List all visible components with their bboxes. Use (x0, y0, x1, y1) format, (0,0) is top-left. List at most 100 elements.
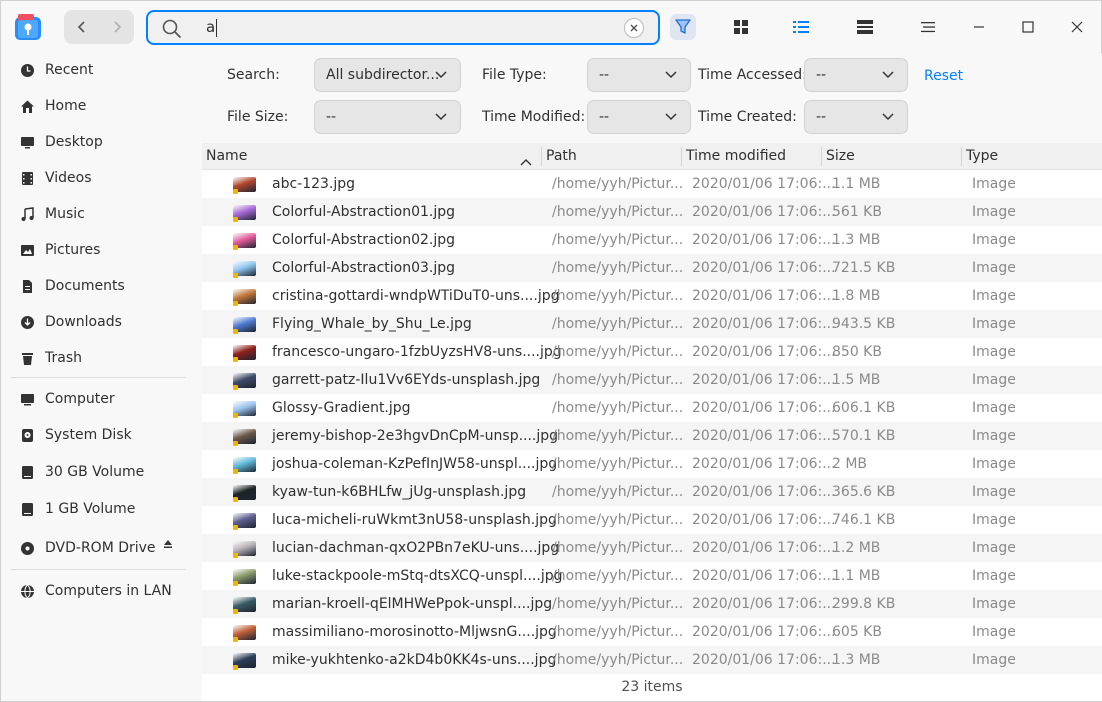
list-view-button[interactable] (789, 15, 813, 39)
sidebar-item-system-disk[interactable]: System Disk (19, 420, 132, 450)
sidebar-item-30gb-volume[interactable]: 30 GB Volume (19, 457, 144, 487)
file-row[interactable]: Flying_Whale_by_Shu_Le.jpg/home/yyh/Pict… (202, 310, 1102, 338)
advanced-search-button[interactable] (670, 14, 696, 40)
maximize-button[interactable] (1016, 15, 1040, 39)
column-divider[interactable] (541, 147, 542, 166)
column-header-name[interactable]: Name (206, 143, 247, 170)
file-name: jeremy-bishop-2e3hgvDnCpM-unsp....jpg (272, 428, 559, 444)
file-path: /home/yyh/Pictur... (552, 204, 684, 220)
file-size: 1.3 MB (832, 652, 881, 668)
file-size: 746.1 KB (832, 512, 896, 528)
sidebar-item-music[interactable]: Music (19, 199, 85, 229)
time-accessed-select[interactable]: -- (804, 58, 908, 92)
computer-icon (19, 391, 35, 407)
file-path: /home/yyh/Pictur... (552, 176, 684, 192)
file-row[interactable]: lucian-dachman-qxO2PBn7eKU-uns....jpg/ho… (202, 534, 1102, 562)
file-tag-icon (233, 581, 238, 586)
back-button[interactable] (64, 10, 99, 44)
sidebar-item-label: Videos (45, 170, 92, 186)
time-created-select[interactable]: -- (804, 100, 908, 134)
column-header-time-modified[interactable]: Time modified (686, 143, 786, 170)
sidebar-item-recent[interactable]: Recent (19, 55, 93, 85)
file-type: Image (972, 260, 1016, 276)
column-divider[interactable] (961, 147, 962, 166)
file-row[interactable]: Colorful-Abstraction01.jpg/home/yyh/Pict… (202, 198, 1102, 226)
file-tag-icon (233, 553, 238, 558)
file-size-select[interactable]: -- (314, 100, 461, 134)
sidebar-item-desktop[interactable]: Desktop (19, 127, 103, 157)
file-row[interactable]: jeremy-bishop-2e3hgvDnCpM-unsp....jpg/ho… (202, 422, 1102, 450)
chevron-right-icon (113, 21, 121, 33)
sidebar-item-dvd-rom[interactable]: DVD-ROM Drive (19, 533, 156, 563)
close-icon (630, 24, 638, 32)
file-size: 2 MB (832, 456, 868, 472)
file-type: Image (972, 428, 1016, 444)
eject-button[interactable] (163, 539, 173, 552)
file-row[interactable]: Glossy-Gradient.jpg/home/yyh/Pictur... 20… (202, 394, 1102, 422)
file-row[interactable]: francesco-ungaro-1fzbUyzsHV8-uns....jpg /… (202, 338, 1102, 366)
sidebar-item-label: System Disk (45, 427, 132, 443)
file-row[interactable]: cristina-gottardi-wndpWTiDuT0-uns....jpg… (202, 282, 1102, 310)
file-row[interactable]: joshua-coleman-KzPefInJW58-unspl....jpg /… (202, 450, 1102, 478)
icon-view-button[interactable] (729, 15, 753, 39)
chevron-down-icon (435, 101, 449, 133)
file-type: Image (972, 568, 1016, 584)
search-input[interactable]: a (146, 10, 660, 45)
column-divider[interactable] (821, 147, 822, 166)
file-type-select[interactable]: -- (587, 58, 691, 92)
file-type: Image (972, 288, 1016, 304)
column-header-type[interactable]: Type (966, 143, 998, 170)
detail-pane-button[interactable] (853, 15, 877, 39)
column-divider[interactable] (681, 147, 682, 166)
close-window-button[interactable] (1065, 15, 1089, 39)
file-row[interactable]: abc-123.jpg/home/yyh/Pictur... 2020/01/06… (202, 170, 1102, 198)
file-tag-icon (233, 469, 238, 474)
file-rows: abc-123.jpg/home/yyh/Pictur... 2020/01/06… (202, 170, 1102, 674)
sidebar-item-computer[interactable]: Computer (19, 384, 115, 414)
sidebar-item-label: Pictures (45, 242, 101, 258)
sidebar-item-1gb-volume[interactable]: 1 GB Volume (19, 494, 135, 524)
main-menu-button[interactable] (916, 15, 940, 39)
item-count-status: 23 items (621, 679, 683, 695)
file-row[interactable]: kyaw-tun-k6BHLfw_jUg-unsplash.jpg/home/y… (202, 478, 1102, 506)
image-thumbnail-icon (233, 261, 256, 278)
file-name: Colorful-Abstraction02.jpg (272, 232, 456, 248)
desktop-icon (19, 134, 35, 150)
file-row[interactable]: massimiliano-morosinotto-MljwsnG....jpg /… (202, 618, 1102, 646)
file-row[interactable]: marian-kroell-qElMHWePpok-unspl....jpg/h… (202, 590, 1102, 618)
sidebar-item-videos[interactable]: Videos (19, 163, 92, 193)
file-row[interactable]: luke-stackpoole-mStq-dtsXCQ-unspl....jpg… (202, 562, 1102, 590)
file-name: Flying_Whale_by_Shu_Le.jpg (272, 316, 472, 332)
clear-search-button[interactable] (624, 18, 644, 38)
search-query-text: a (206, 18, 216, 36)
time-modified-select[interactable]: -- (587, 100, 691, 134)
chevron-down-icon (435, 59, 449, 91)
file-row[interactable]: luca-micheli-ruWkmt3nU58-unsplash.jpg/ho… (202, 506, 1102, 534)
sidebar-item-pictures[interactable]: Pictures (19, 235, 100, 265)
sidebar-item-computers-in-lan[interactable]: Computers in LAN (19, 576, 172, 606)
sidebar-item-trash[interactable]: Trash (19, 343, 82, 373)
file-name: massimiliano-morosinotto-MljwsnG....jpg (272, 624, 557, 640)
file-row[interactable]: Colorful-Abstraction02.jpg/home/yyh/Pict… (202, 226, 1102, 254)
file-time-modified: 2020/01/06 17:06:... (692, 428, 836, 444)
minimize-button[interactable] (967, 15, 991, 39)
column-header-size[interactable]: Size (826, 143, 855, 170)
file-row[interactable]: garrett-patz-Ilu1Vv6EYds-unsplash.jpg/ho… (202, 366, 1102, 394)
image-thumbnail-icon (233, 205, 256, 222)
sidebar-item-documents[interactable]: Documents (19, 271, 125, 301)
column-header-path[interactable]: Path (546, 143, 577, 170)
file-size: 605 KB (832, 624, 882, 640)
image-thumbnail-icon (233, 485, 256, 502)
file-type: Image (972, 624, 1016, 640)
sidebar-item-home[interactable]: Home (19, 91, 86, 121)
file-tag-icon (233, 637, 238, 642)
file-row[interactable]: mike-yukhtenko-a2kD4b0KK4s-uns....jpg/ho… (202, 646, 1102, 674)
forward-button[interactable] (99, 10, 134, 44)
file-size: 943.5 KB (832, 316, 896, 332)
sidebar-item-downloads[interactable]: Downloads (19, 307, 122, 337)
file-row[interactable]: Colorful-Abstraction03.jpg/home/yyh/Pict… (202, 254, 1102, 282)
file-name: marian-kroell-qElMHWePpok-unspl....jpg (272, 596, 553, 612)
file-size-value: -- (326, 109, 337, 125)
search-scope-select[interactable]: All subdirector... (314, 58, 461, 92)
reset-filters-link[interactable]: Reset (924, 68, 963, 84)
